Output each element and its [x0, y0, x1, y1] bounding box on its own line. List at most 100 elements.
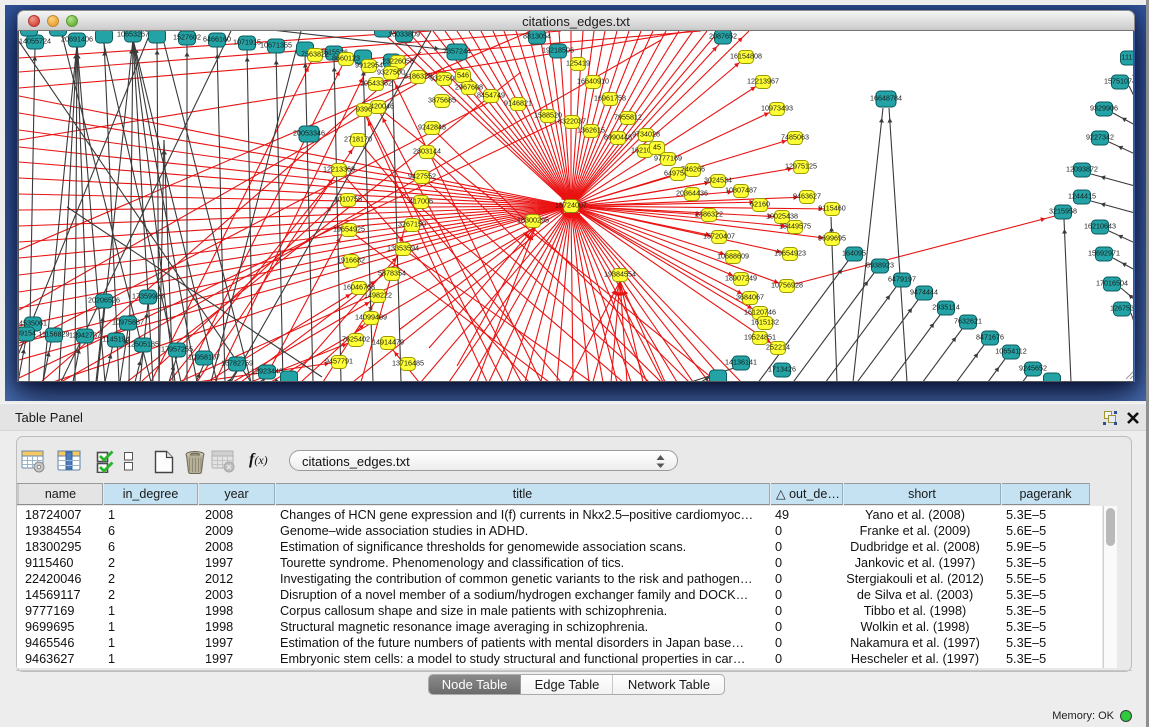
svg-text:1010755: 1010755 [334, 195, 362, 204]
svg-text:9463627: 9463627 [793, 192, 821, 201]
svg-text:10654112: 10654112 [995, 347, 1026, 356]
svg-text:8813054: 8813054 [523, 32, 551, 41]
svg-text:9474444: 9474444 [910, 288, 938, 297]
svg-text:9245652: 9245652 [1019, 364, 1047, 373]
svg-text:19218506: 19218506 [542, 46, 574, 55]
svg-text:9699695: 9699695 [818, 234, 846, 243]
svg-text:9396: 9396 [356, 105, 372, 114]
svg-text:5878354: 5878354 [378, 269, 406, 278]
svg-text:8471676: 8471676 [976, 333, 1004, 342]
svg-text:8938923: 8938923 [866, 261, 894, 270]
svg-text:252214: 252214 [766, 343, 790, 352]
svg-text:10688609: 10688609 [717, 252, 749, 261]
svg-text:8990448: 8990448 [604, 133, 632, 142]
svg-text:12975125: 12975125 [785, 162, 817, 171]
svg-text:12505185: 12505185 [127, 340, 159, 349]
svg-text:4535061: 4535061 [19, 319, 47, 328]
svg-text:16033809: 16033809 [388, 31, 420, 39]
svg-text:6466160: 6466160 [203, 35, 231, 44]
svg-text:17359928: 17359928 [132, 292, 164, 301]
svg-text:10671355: 10671355 [260, 41, 292, 50]
svg-text:12942737: 12942737 [69, 331, 101, 340]
svg-text:7563822: 7563822 [301, 50, 329, 59]
svg-text:1362615: 1362615 [577, 126, 605, 135]
svg-text:8322037: 8322037 [558, 117, 586, 126]
svg-text:1713426: 1713426 [768, 365, 796, 374]
svg-text:12213363: 12213363 [323, 165, 355, 174]
svg-text:7357244: 7357244 [443, 47, 471, 56]
svg-text:1615132: 1615132 [751, 318, 779, 327]
svg-text:15692971: 15692971 [1088, 249, 1120, 258]
svg-text:1244415: 1244415 [1068, 192, 1096, 201]
svg-text:18907249: 18907249 [725, 274, 757, 283]
svg-text:3875685: 3875685 [428, 96, 456, 105]
svg-text:17016504: 17016504 [1096, 279, 1128, 288]
svg-text:16961758: 16961758 [594, 94, 626, 103]
svg-text:16648784: 16648784 [870, 94, 902, 103]
svg-text:7625402: 7625402 [342, 335, 370, 344]
svg-text:20206526: 20206526 [88, 296, 120, 305]
svg-text:10653267: 10653267 [117, 31, 149, 39]
svg-text:1527602: 1527602 [173, 33, 201, 42]
svg-text:8186328: 8186328 [404, 72, 432, 81]
svg-text:417006: 417006 [409, 197, 433, 206]
svg-text:20364436: 20364436 [676, 189, 708, 198]
svg-text:19384554: 19384554 [604, 270, 636, 279]
svg-text:15751074: 15751074 [1104, 77, 1134, 86]
svg-text:9227342: 9227342 [1086, 133, 1114, 142]
svg-text:14914479: 14914479 [372, 338, 404, 347]
svg-text:18300295: 18300295 [517, 216, 549, 225]
svg-text:10973493: 10973493 [761, 104, 793, 113]
svg-text:9327500: 9327500 [377, 68, 405, 77]
svg-text:8454749: 8454749 [477, 91, 505, 100]
svg-text:9734028: 9734028 [632, 130, 660, 139]
svg-text:7485063: 7485063 [781, 133, 809, 142]
svg-text:39154: 39154 [19, 329, 36, 338]
svg-text:2935114: 2935114 [932, 303, 959, 312]
svg-text:3267150: 3267150 [398, 220, 426, 229]
svg-text:16782759: 16782759 [221, 359, 253, 368]
svg-text:10543362: 10543362 [360, 79, 392, 88]
svg-text:16120746: 16120746 [744, 308, 776, 317]
svg-text:3684067: 3684067 [736, 293, 764, 302]
svg-text:164095: 164095 [842, 249, 866, 258]
svg-text:16154808: 16154808 [730, 52, 762, 61]
svg-text:125419: 125419 [566, 59, 590, 68]
svg-text:9115460: 9115460 [818, 204, 845, 213]
svg-text:1112: 1112 [1122, 53, 1134, 62]
svg-text:9146821: 9146821 [504, 99, 532, 108]
svg-text:13353594: 13353594 [387, 244, 419, 253]
svg-text:13716485: 13716485 [392, 359, 424, 368]
svg-text:2803144: 2803144 [413, 147, 441, 156]
svg-text:12923448: 12923448 [251, 367, 283, 376]
svg-text:23226058: 23226058 [382, 57, 414, 66]
svg-text:2386322: 2386322 [695, 210, 723, 219]
svg-text:19654925: 19654925 [333, 225, 365, 234]
svg-text:45: 45 [653, 143, 661, 152]
svg-text:11156829: 11156829 [39, 330, 70, 339]
svg-text:7632621: 7632621 [954, 317, 982, 326]
svg-text:9327508: 9327508 [430, 74, 458, 83]
svg-text:19524851: 19524851 [744, 333, 776, 342]
svg-text:14136141: 14136141 [725, 358, 757, 367]
svg-text:12213967: 12213967 [747, 77, 779, 86]
svg-text:2718170: 2718170 [344, 135, 372, 144]
svg-text:9242848: 9242848 [418, 123, 446, 132]
svg-text:9777169: 9777169 [654, 154, 682, 163]
svg-text:18724007: 18724007 [555, 201, 587, 210]
svg-text:10756928: 10756928 [771, 281, 803, 290]
svg-text:6479197: 6479197 [888, 275, 916, 284]
svg-text:19654923: 19654923 [774, 249, 806, 258]
svg-text:1145194: 1145194 [102, 335, 129, 344]
svg-text:1916682: 1916682 [337, 256, 365, 265]
svg-text:10958107: 10958107 [188, 353, 220, 362]
svg-text:14055724: 14055724 [19, 37, 51, 46]
svg-text:16640910: 16640910 [577, 77, 609, 86]
svg-text:126753: 126753 [1110, 304, 1134, 313]
svg-text:12093872: 12093872 [1066, 165, 1098, 174]
svg-text:9427552: 9427552 [408, 172, 436, 181]
svg-text:10025438: 10025438 [766, 212, 798, 221]
svg-text:9457791: 9457791 [325, 357, 353, 366]
svg-text:20053346: 20053346 [293, 129, 325, 138]
svg-text:3215958: 3215958 [1049, 207, 1077, 216]
